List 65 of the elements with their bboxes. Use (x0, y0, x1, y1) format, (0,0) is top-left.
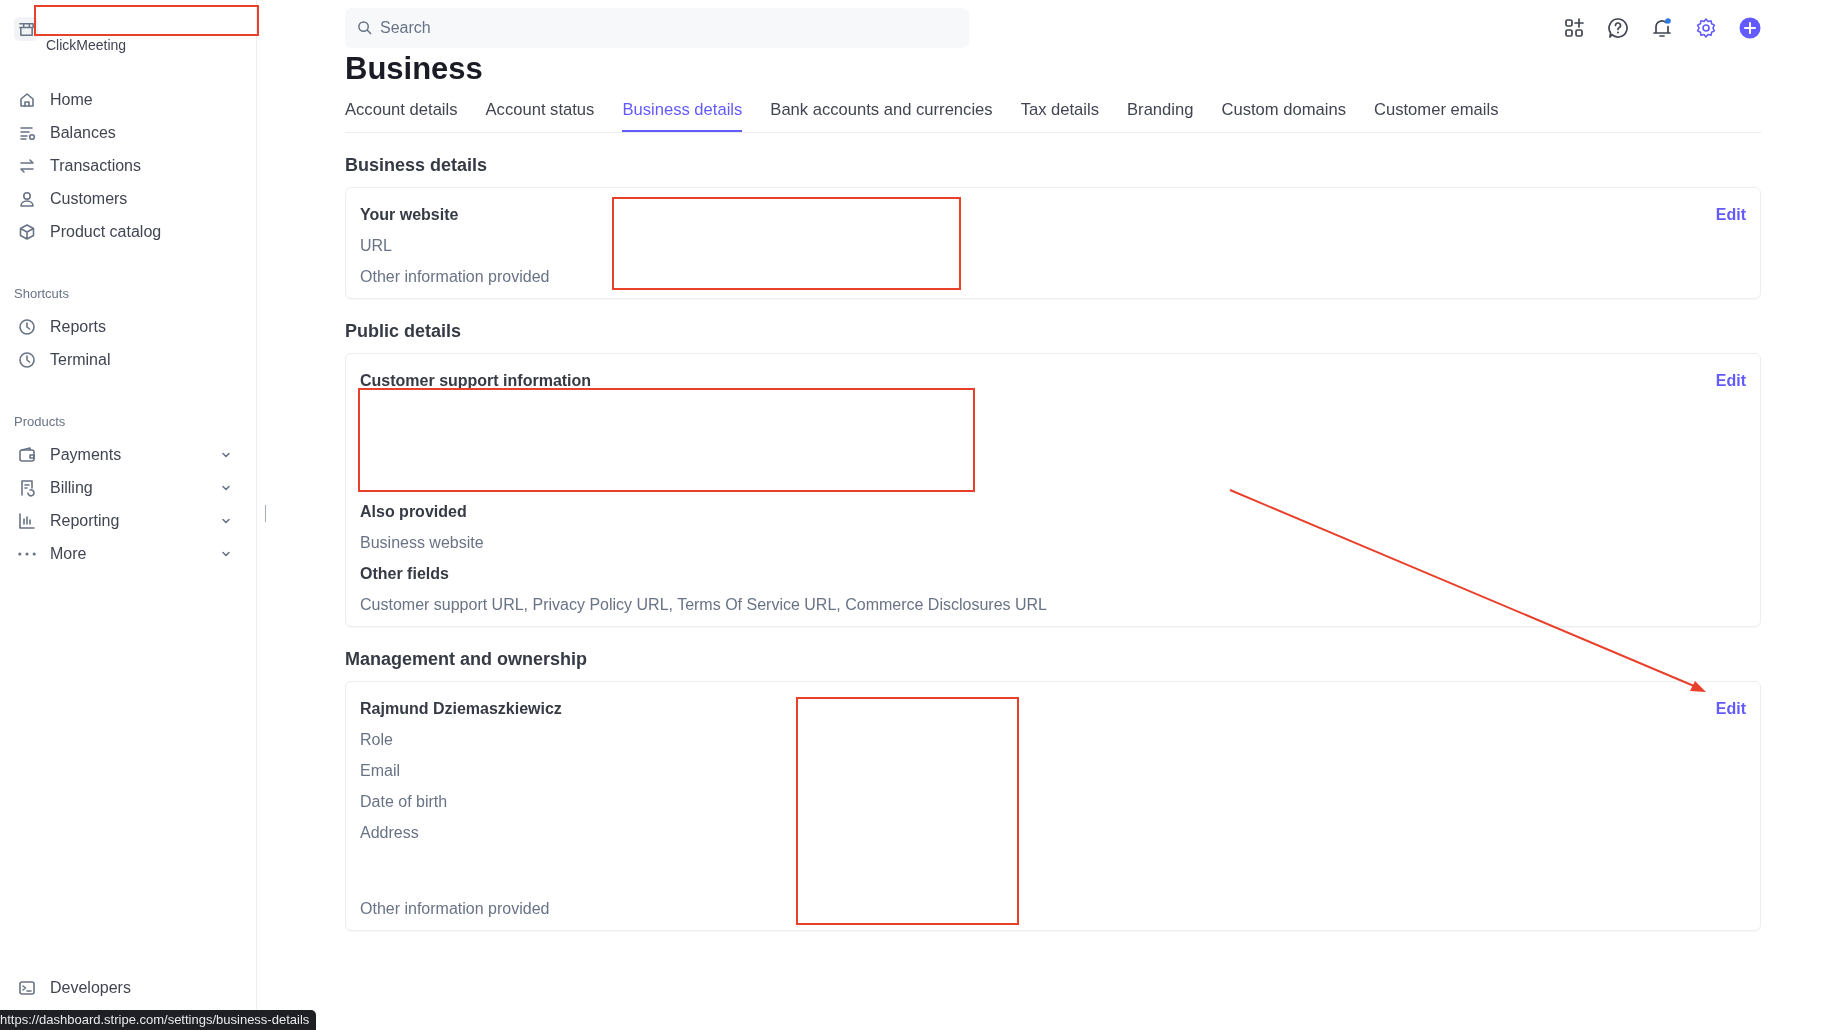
tab[interactable]: Bank accounts and currencies (770, 100, 993, 132)
tab[interactable]: Account details (345, 100, 458, 132)
tab[interactable]: Customer emails (1374, 100, 1499, 132)
nav-item[interactable]: More (14, 537, 256, 570)
nav-item[interactable]: Balances (14, 116, 256, 149)
field-label: Address (360, 823, 420, 843)
apps-add-icon[interactable] (1563, 17, 1585, 39)
tab[interactable]: Branding (1127, 100, 1194, 132)
nav-item[interactable]: Reports (14, 310, 256, 343)
clock-icon (18, 317, 36, 336)
field-label: Date of birth (360, 792, 449, 812)
edit-link[interactable]: Edit (1715, 365, 1746, 396)
add-icon[interactable] (1739, 17, 1761, 39)
field-label: Email (360, 761, 401, 781)
tab[interactable]: Custom domains (1221, 100, 1346, 132)
page-title: Business (345, 52, 484, 86)
account-name[interactable]: ClickMeeting (46, 37, 127, 53)
swap-arrows-icon (18, 156, 36, 175)
field-heading: Your website (360, 205, 460, 225)
field-label: Business website (360, 533, 485, 553)
nav-item[interactable]: Transactions (14, 149, 256, 182)
more-dots-icon (18, 551, 36, 556)
field-heading: Other fields (360, 564, 450, 584)
section-label: Products (14, 414, 66, 431)
section-heading: Business details (345, 155, 489, 176)
nav-item[interactable]: Developers (14, 971, 256, 1004)
edit-link[interactable]: Edit (1715, 693, 1746, 724)
resize-handle[interactable] (265, 505, 266, 522)
tab[interactable]: Business details (622, 100, 743, 132)
nav-item[interactable]: Reporting (14, 504, 256, 537)
search-icon (357, 20, 372, 35)
field-heading: Customer support information (360, 371, 593, 391)
tab[interactable]: Account status (485, 100, 595, 132)
bar-chart-icon (18, 511, 36, 530)
nav-item[interactable]: Terminal (14, 343, 256, 376)
field-label: Other information provided (360, 267, 551, 287)
field-heading: Rajmund Dziemaszkiewicz (360, 699, 563, 719)
field-label: Customer support URL, Privacy Policy URL, Terms Of Service URL, Commerce Disclosures URL (360, 595, 1048, 615)
field-heading: Also provided (360, 502, 468, 522)
nav-item[interactable]: Home (14, 83, 256, 116)
cube-icon (18, 222, 36, 241)
nav-item[interactable]: Product catalog (14, 215, 256, 248)
search-field[interactable]: Search (345, 8, 969, 48)
status-url: https://dashboard.stripe.com/settings/business-details (0, 1010, 317, 1030)
edit-link[interactable]: Edit (1715, 199, 1746, 230)
clock-icon (18, 350, 36, 369)
nav-item[interactable]: Billing (14, 471, 256, 504)
section-label: Shortcuts (14, 286, 69, 303)
receipt-icon (18, 478, 36, 497)
help-icon[interactable] (1607, 17, 1629, 39)
nav-item[interactable]: Customers (14, 182, 256, 215)
field-label: URL (360, 236, 393, 256)
home-icon (18, 90, 36, 109)
settings-icon[interactable] (1695, 17, 1717, 39)
nav-item[interactable]: Payments (14, 438, 256, 471)
terminal-icon (18, 978, 36, 997)
notification-bell-icon[interactable] (1651, 17, 1673, 39)
section-heading: Management and ownership (345, 649, 589, 670)
wallet-icon (18, 445, 36, 464)
person-icon (18, 189, 36, 208)
field-label: Other information provided (360, 899, 551, 919)
store-logo[interactable] (14, 17, 38, 41)
section-heading: Public details (345, 321, 463, 342)
tab[interactable]: Tax details (1020, 100, 1100, 132)
field-label: Role (360, 730, 394, 750)
